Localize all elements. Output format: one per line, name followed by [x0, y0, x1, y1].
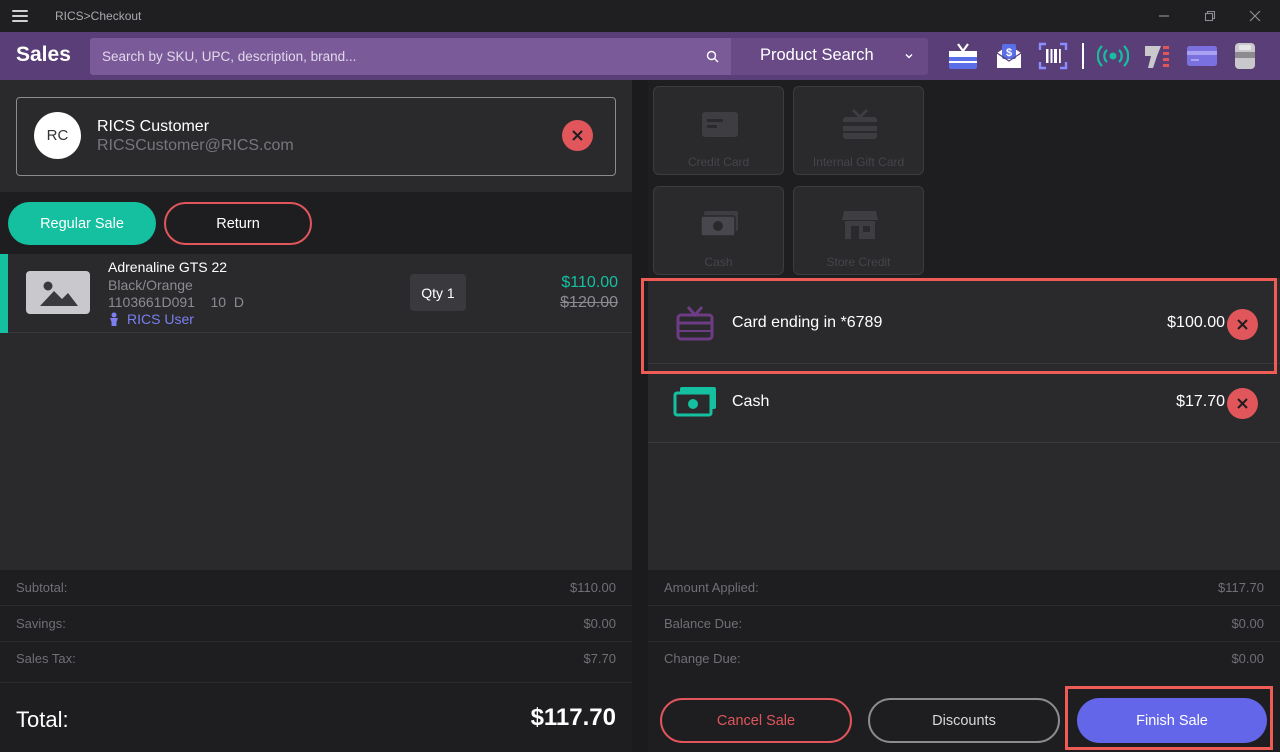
item-name: Adrenaline GTS 22: [108, 259, 228, 275]
cancel-sale-button[interactable]: Cancel Sale: [660, 698, 852, 743]
amount-applied-label: Amount Applied:: [664, 580, 759, 595]
amount-applied-value: $117.70: [1217, 580, 1264, 595]
item-original-price: $120.00: [560, 294, 618, 311]
search-placeholder: Search by SKU, UPC, description, brand..…: [102, 49, 357, 64]
savings-value: $0.00: [583, 616, 616, 631]
close-icon: [1237, 398, 1248, 409]
app-header: Sales Search by SKU, UPC, description, b…: [0, 32, 1280, 80]
highlight-box: [1065, 686, 1273, 750]
gift-card-icon[interactable]: [947, 40, 979, 72]
list-item[interactable]: Adrenaline GTS 22 Black/Orange 1103661D0…: [0, 254, 632, 333]
email-receipt-icon[interactable]: $: [993, 40, 1025, 72]
tender-label: Credit Card: [687, 155, 750, 169]
search-mode-dropdown[interactable]: Product Search: [731, 38, 928, 75]
cart-item-list: Adrenaline GTS 22 Black/Orange 1103661D0…: [0, 254, 632, 570]
tender-label: Cash: [704, 255, 733, 269]
cash-icon: [673, 387, 716, 417]
sale-totals: Subtotal: $110.00 Savings: $0.00 Sales T…: [0, 570, 632, 682]
discounts-button[interactable]: Discounts: [868, 698, 1060, 743]
tender-cash[interactable]: Cash: [653, 186, 784, 275]
tax-row: Sales Tax: $7.70: [0, 641, 632, 677]
highlight-box: [641, 278, 1277, 374]
close-icon: [572, 130, 583, 141]
sale-mode-bar: Regular Sale Return: [0, 192, 632, 254]
tax-value: $7.70: [583, 651, 616, 666]
gift-card-icon: [843, 108, 877, 139]
change-due-row: Change Due: $0.00: [648, 641, 1280, 677]
svg-text:$: $: [1006, 47, 1012, 59]
return-button[interactable]: Return: [164, 202, 312, 245]
tender-credit-card[interactable]: Credit Card: [653, 86, 784, 175]
list-item[interactable]: Cash $17.70: [648, 365, 1280, 443]
remove-payment-button[interactable]: [1227, 388, 1258, 419]
balance-due-label: Balance Due:: [664, 616, 743, 631]
subtotal-label: Subtotal:: [16, 580, 68, 595]
barcode-scan-icon[interactable]: [1037, 40, 1069, 72]
customer-name: RICS Customer: [97, 118, 210, 135]
total-value: $117.70: [530, 704, 616, 731]
payment-amount: $17.70: [1176, 393, 1225, 410]
avatar: RC: [34, 112, 81, 159]
scanner-icon[interactable]: [1141, 40, 1173, 72]
search-mode-label: Product Search: [760, 46, 874, 64]
item-color: Black/Orange: [108, 277, 193, 293]
savings-row: Savings: $0.00: [0, 606, 632, 642]
window-title: RICS>Checkout: [55, 9, 142, 23]
page-title: Sales: [16, 43, 71, 66]
cash-icon: [700, 211, 738, 237]
close-window-icon[interactable]: [1245, 6, 1265, 26]
cart-panel: RC RICS Customer RICSCustomer@RICS.com R…: [0, 80, 632, 752]
payment-label: Cash: [732, 393, 770, 410]
payment-panel: Credit Card Internal Gift Card Cash Stor…: [648, 80, 1280, 752]
search-icon[interactable]: [706, 50, 719, 63]
balance-due-row: Balance Due: $0.00: [648, 606, 1280, 642]
credit-card-icon[interactable]: [1186, 40, 1218, 72]
change-due-value: $0.00: [1231, 651, 1264, 666]
grand-total: Total: $117.70: [0, 683, 632, 752]
tender-label: Store Credit: [826, 255, 891, 269]
change-due-label: Change Due:: [664, 651, 741, 666]
savings-label: Savings:: [16, 616, 66, 631]
chevron-down-icon: [905, 54, 913, 59]
credit-card-icon: [702, 112, 738, 137]
person-icon: [110, 312, 118, 326]
store-icon: [842, 211, 878, 239]
panel-divider: [632, 80, 648, 752]
header-divider: [1082, 43, 1084, 69]
subtotal-row: Subtotal: $110.00: [0, 570, 632, 606]
quantity-button[interactable]: Qty 1: [410, 274, 466, 311]
menu-icon[interactable]: [12, 10, 28, 22]
balance-due-value: $0.00: [1231, 616, 1264, 631]
window-titlebar: RICS>Checkout: [0, 0, 1280, 32]
tender-gift-card[interactable]: Internal Gift Card: [793, 86, 924, 175]
item-salesperson[interactable]: RICS User: [108, 311, 194, 327]
total-label: Total:: [16, 707, 69, 732]
search-input[interactable]: Search by SKU, UPC, description, brand..…: [90, 38, 731, 75]
restore-icon[interactable]: [1200, 6, 1220, 26]
tender-store-credit[interactable]: Store Credit: [793, 186, 924, 275]
customer-area: RC RICS Customer RICSCustomer@RICS.com: [0, 80, 632, 192]
tender-label: Internal Gift Card: [812, 155, 905, 169]
customer-card[interactable]: RC RICS Customer RICSCustomer@RICS.com: [16, 97, 616, 176]
tax-label: Sales Tax:: [16, 651, 76, 666]
card-reader-icon[interactable]: [1229, 40, 1261, 72]
remove-customer-button[interactable]: [562, 120, 593, 151]
amount-applied-row: Amount Applied: $117.70: [648, 570, 1280, 606]
wireless-signal-icon[interactable]: [1097, 40, 1129, 72]
payment-totals: Amount Applied: $117.70 Balance Due: $0.…: [648, 570, 1280, 682]
regular-sale-button[interactable]: Regular Sale: [8, 202, 156, 245]
item-price: $110.00: [561, 274, 618, 291]
selected-indicator: [0, 254, 8, 333]
subtotal-value: $110.00: [569, 580, 616, 595]
customer-email: RICSCustomer@RICS.com: [97, 137, 294, 154]
salesperson-name: RICS User: [127, 311, 194, 327]
image-placeholder-icon: [26, 271, 90, 314]
minimize-icon[interactable]: [1154, 6, 1174, 26]
item-sku: 1103661D091 10 D: [108, 294, 244, 310]
